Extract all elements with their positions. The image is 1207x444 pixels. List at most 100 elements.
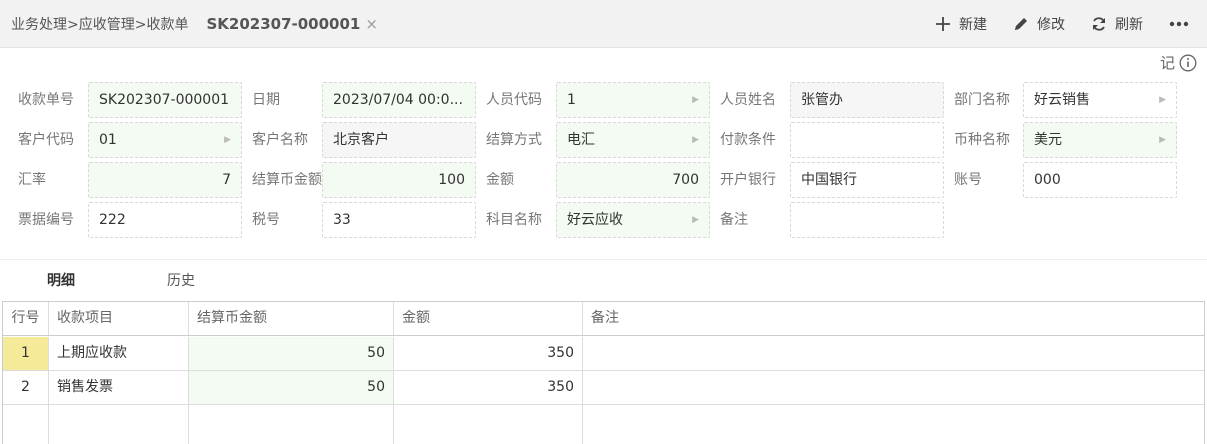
- bill-no-field[interactable]: 222: [88, 202, 242, 238]
- row-number[interactable]: 1: [3, 337, 49, 370]
- memo-button[interactable]: 记: [1160, 52, 1197, 73]
- staff-code-field[interactable]: 1 ▶: [556, 82, 710, 118]
- new-button[interactable]: 新建: [935, 14, 987, 34]
- empty-cell: [583, 405, 1204, 444]
- pay-terms-field[interactable]: [790, 122, 944, 158]
- close-tab-icon[interactable]: ×: [365, 15, 378, 33]
- rate-value: 7: [222, 172, 231, 188]
- refresh-button-label: 刷新: [1115, 17, 1143, 33]
- currency-value: 美元: [1034, 132, 1062, 148]
- form-row-2: 客户代码 01 ▶ 客户名称 北京客户 结算方式 电汇 ▶ 付款条件 币种名称 美元…: [0, 122, 1207, 158]
- item-cell[interactable]: 销售发票: [49, 371, 189, 404]
- memo-label: 记: [1159, 54, 1175, 72]
- receipt-no-label: 收款单号: [18, 92, 74, 108]
- note-cell[interactable]: [583, 337, 1204, 370]
- dept-name-field[interactable]: 好云销售 ▶: [1023, 82, 1177, 118]
- document-tab[interactable]: SK202307-000001: [206, 15, 360, 33]
- empty-cell: [3, 405, 49, 444]
- form-row-4: 票据编号 222 税号 33 科目名称 好云应收 ▶ 备注: [0, 202, 1207, 238]
- more-button[interactable]: [1169, 21, 1189, 27]
- refresh-button[interactable]: 刷新: [1091, 14, 1143, 34]
- empty-table-area: [3, 405, 1204, 444]
- chevron-right-icon[interactable]: ▶: [692, 123, 699, 157]
- settle-amount-label: 结算币金额: [252, 172, 322, 188]
- item-cell[interactable]: 上期应收款: [49, 337, 189, 370]
- chevron-right-icon[interactable]: ▶: [692, 83, 699, 117]
- settle-amount-field[interactable]: 100: [322, 162, 476, 198]
- settle-amount-cell[interactable]: 50: [189, 337, 394, 370]
- column-header-item[interactable]: 收款项目: [49, 302, 189, 335]
- account-field[interactable]: 000: [1023, 162, 1177, 198]
- detail-tabs: 明细 历史: [0, 262, 1207, 300]
- receipt-no-value: SK202307-000001: [99, 92, 230, 108]
- empty-cell: [49, 405, 189, 444]
- staff-code-value: 1: [567, 92, 576, 108]
- settle-method-label: 结算方式: [486, 132, 542, 148]
- table-row[interactable]: 1 上期应收款 50 350: [3, 337, 1204, 371]
- column-header-settle[interactable]: 结算币金额: [189, 302, 394, 335]
- more-icon: [1169, 21, 1189, 27]
- bank-value: 中国银行: [801, 172, 857, 188]
- receipt-form: 收款单号 SK202307-000001 日期 2023/07/04 00:0.…: [0, 82, 1207, 242]
- column-header-no[interactable]: 行号: [3, 302, 49, 335]
- column-header-note[interactable]: 备注: [583, 302, 1204, 335]
- note-cell[interactable]: [583, 371, 1204, 404]
- bank-field[interactable]: 中国银行: [790, 162, 944, 198]
- receipt-no-field[interactable]: SK202307-000001: [88, 82, 242, 118]
- amount-cell[interactable]: 350: [394, 337, 583, 370]
- subject-field[interactable]: 好云应收 ▶: [556, 202, 710, 238]
- chevron-right-icon[interactable]: ▶: [1159, 83, 1166, 117]
- customer-name-field: 北京客户: [322, 122, 476, 158]
- settle-amount-cell[interactable]: 50: [189, 371, 394, 404]
- chevron-right-icon[interactable]: ▶: [692, 203, 699, 237]
- rate-label: 汇率: [18, 172, 46, 188]
- dept-name-value: 好云销售: [1034, 92, 1090, 108]
- refresh-icon: [1093, 17, 1105, 31]
- pay-terms-label: 付款条件: [720, 132, 776, 148]
- currency-label: 币种名称: [954, 132, 1010, 148]
- customer-code-field[interactable]: 01 ▶: [88, 122, 242, 158]
- bank-label: 开户银行: [720, 172, 776, 188]
- edit-button-label: 修改: [1037, 17, 1065, 33]
- top-bar: 业务处理>应收管理>收款单 SK202307-000001 × 新建 修改 刷新: [0, 0, 1207, 48]
- bill-no-label: 票据编号: [18, 212, 74, 228]
- amount-field[interactable]: 700: [556, 162, 710, 198]
- pencil-icon: [1015, 18, 1027, 30]
- tab-history[interactable]: 历史: [167, 262, 195, 300]
- table-row[interactable]: 2 销售发票 50 350: [3, 371, 1204, 405]
- staff-name-label: 人员姓名: [720, 92, 776, 108]
- remark-field[interactable]: [790, 202, 944, 238]
- staff-code-label: 人员代码: [486, 92, 542, 108]
- chevron-right-icon[interactable]: ▶: [224, 123, 231, 157]
- table-header: 行号 收款项目 结算币金额 金额 备注: [3, 302, 1204, 336]
- detail-table: 行号 收款项目 结算币金额 金额 备注 1 上期应收款 50 350 2 销售发…: [2, 301, 1205, 444]
- edit-button[interactable]: 修改: [1013, 14, 1065, 34]
- customer-code-label: 客户代码: [18, 132, 74, 148]
- amount-cell[interactable]: 350: [394, 371, 583, 404]
- tax-no-value: 33: [333, 212, 351, 228]
- bill-no-value: 222: [99, 212, 126, 228]
- tab-detail[interactable]: 明细: [47, 262, 75, 300]
- staff-name-value: 张管办: [801, 92, 843, 108]
- currency-field[interactable]: 美元 ▶: [1023, 122, 1177, 158]
- tax-no-field[interactable]: 33: [322, 202, 476, 238]
- staff-name-field: 张管办: [790, 82, 944, 118]
- settle-method-value: 电汇: [567, 132, 595, 148]
- plus-icon: [936, 17, 950, 31]
- amount-label: 金额: [486, 172, 514, 188]
- settle-method-field[interactable]: 电汇 ▶: [556, 122, 710, 158]
- account-label: 账号: [954, 172, 982, 188]
- chevron-right-icon[interactable]: ▶: [1159, 123, 1166, 157]
- new-button-label: 新建: [959, 17, 987, 33]
- date-label: 日期: [252, 92, 280, 108]
- breadcrumb[interactable]: 业务处理>应收管理>收款单: [11, 14, 188, 34]
- dept-name-label: 部门名称: [954, 92, 1010, 108]
- settle-amount-value: 100: [438, 172, 465, 188]
- column-header-amount[interactable]: 金额: [394, 302, 583, 335]
- empty-cell: [394, 405, 583, 444]
- form-row-1: 收款单号 SK202307-000001 日期 2023/07/04 00:0.…: [0, 82, 1207, 118]
- date-field[interactable]: 2023/07/04 00:0...: [322, 82, 476, 118]
- row-number[interactable]: 2: [3, 371, 49, 404]
- rate-field[interactable]: 7: [88, 162, 242, 198]
- remark-label: 备注: [720, 212, 748, 228]
